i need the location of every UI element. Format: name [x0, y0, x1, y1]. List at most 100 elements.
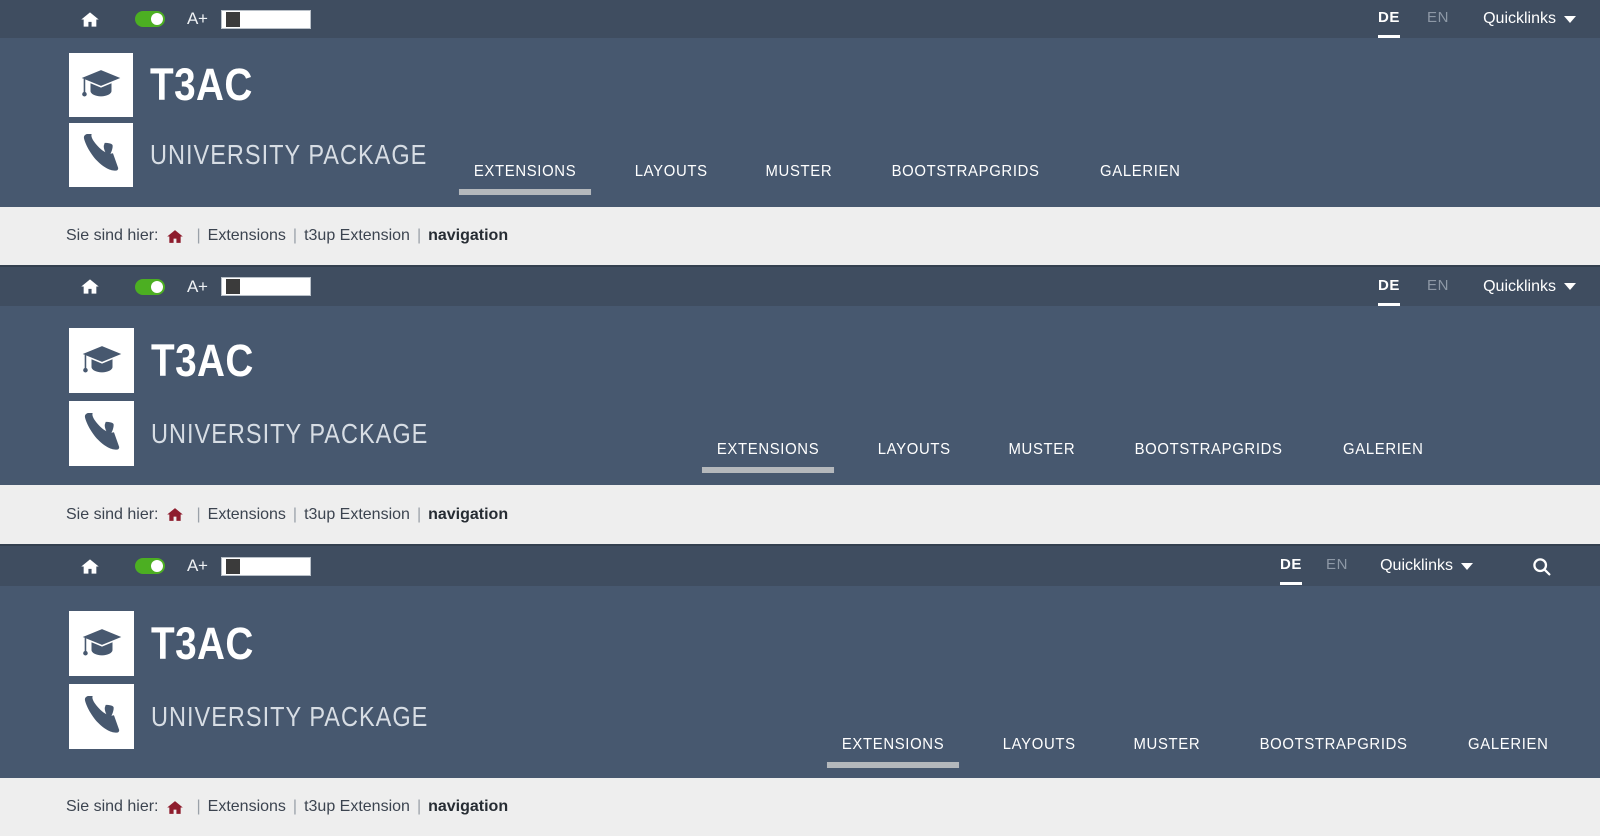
breadcrumb-separator: |	[292, 798, 298, 815]
brand-block[interactable]: T3AC UNIVERSITY PACKAGE	[69, 611, 481, 749]
lang-switch-de[interactable]: DE	[1378, 9, 1401, 38]
brand-row-primary: T3AC	[69, 53, 480, 117]
utility-topbar: A+ DE EN Quicklinks	[0, 544, 1600, 586]
header-variant-2: A+ DE EN Quicklinks T3AC UNIVERSITY PACK…	[0, 265, 1600, 544]
breadcrumb-item-t3up[interactable]: t3up Extension	[304, 227, 410, 245]
lang-switch-en[interactable]: EN	[1326, 556, 1348, 576]
brand-row-secondary: UNIVERSITY PACKAGE	[69, 684, 481, 749]
brand-block[interactable]: T3AC UNIVERSITY PACKAGE	[69, 328, 481, 466]
brand-subtitle: UNIVERSITY PACKAGE	[150, 139, 428, 170]
nav-item-layouts[interactable]: LAYOUTS	[1003, 736, 1076, 754]
utility-topbar: A+ DE EN Quicklinks	[0, 265, 1600, 306]
nav-item-bootstrapgrids[interactable]: BOOTSTRAPGRIDS	[1260, 736, 1408, 754]
slider-handle[interactable]	[225, 11, 240, 27]
breadcrumb: Sie sind hier: | Extensions | t3up Exten…	[0, 778, 1600, 836]
lang-switch-de[interactable]: DE	[1378, 277, 1401, 306]
graduation-cap-logo	[69, 328, 134, 393]
home-icon[interactable]	[80, 557, 100, 576]
font-size-slider[interactable]	[220, 277, 311, 296]
nav-item-layouts[interactable]: LAYOUTS	[878, 441, 951, 459]
main-navigation: EXTENSIONS LAYOUTS MUSTER BOOTSTRAPGRIDS…	[458, 163, 1184, 195]
quicklinks-dropdown[interactable]: Quicklinks	[1380, 557, 1473, 575]
breadcrumb-inner: Sie sind hier: | Extensions | t3up Exten…	[0, 798, 508, 816]
brand-subtitle: UNIVERSITY PACKAGE	[151, 700, 429, 732]
home-icon[interactable]	[166, 506, 184, 523]
breadcrumb-separator: |	[416, 505, 422, 523]
brand-title: T3AC	[151, 617, 254, 669]
site-header: T3AC UNIVERSITY PACKAGE EXTENSIONS LAYOU…	[0, 586, 1600, 778]
header-variant-1: A+ DE EN Quicklinks T3AC UNIVERSITY PACK…	[0, 0, 1600, 265]
chevron-down-icon	[1564, 283, 1576, 290]
topbar-right-group: DE EN Quicklinks	[1378, 277, 1576, 306]
brand-subtitle: UNIVERSITY PACKAGE	[151, 417, 429, 449]
main-navigation: EXTENSIONS LAYOUTS MUSTER BOOTSTRAPGRIDS…	[826, 736, 1552, 768]
breadcrumb-separator: |	[196, 227, 201, 244]
topbar-right-group: DE EN Quicklinks	[1280, 556, 1552, 585]
nav-item-bootstrapgrids[interactable]: BOOTSTRAPGRIDS	[1135, 441, 1283, 459]
breadcrumb-separator: |	[416, 227, 422, 244]
nav-item-muster[interactable]: MUSTER	[1008, 441, 1075, 459]
brand-row-secondary: UNIVERSITY PACKAGE	[69, 401, 481, 466]
toggle-knob	[151, 13, 163, 25]
topbar-left-group: A+	[0, 556, 311, 576]
font-size-slider[interactable]	[220, 9, 311, 29]
breadcrumb-item-extensions[interactable]: Extensions	[208, 227, 286, 245]
nav-item-muster[interactable]: MUSTER	[765, 163, 832, 181]
font-size-slider[interactable]	[220, 556, 311, 576]
quicklinks-label: Quicklinks	[1380, 557, 1453, 574]
nav-item-galerien[interactable]: GALERIEN	[1343, 441, 1423, 459]
nav-item-layouts[interactable]: LAYOUTS	[635, 163, 708, 181]
lang-switch-en[interactable]: EN	[1427, 277, 1449, 297]
brand-row-secondary: UNIVERSITY PACKAGE	[69, 123, 480, 187]
main-navigation: EXTENSIONS LAYOUTS MUSTER BOOTSTRAPGRIDS…	[701, 441, 1427, 473]
home-icon[interactable]	[166, 228, 184, 245]
quicklinks-label: Quicklinks	[1483, 277, 1556, 295]
breadcrumb-item-current: navigation	[428, 798, 509, 815]
quicklinks-label: Quicklinks	[1483, 10, 1556, 27]
brand-title: T3AC	[151, 334, 254, 386]
breadcrumb-item-t3up[interactable]: t3up Extension	[304, 506, 410, 524]
breadcrumb-prefix: Sie sind hier:	[66, 505, 159, 523]
typo3-logo	[69, 684, 134, 749]
breadcrumb-separator: |	[416, 798, 422, 815]
brand-row-primary: T3AC	[69, 328, 481, 393]
nav-item-extensions[interactable]: EXTENSIONS	[701, 441, 835, 473]
nav-item-muster[interactable]: MUSTER	[1133, 736, 1200, 754]
nav-item-galerien[interactable]: GALERIEN	[1100, 163, 1180, 181]
chevron-down-icon	[1564, 15, 1576, 23]
home-icon[interactable]	[80, 277, 100, 296]
quicklinks-dropdown[interactable]: Quicklinks	[1483, 10, 1576, 28]
breadcrumb-separator: |	[292, 227, 298, 244]
nav-item-bootstrapgrids[interactable]: BOOTSTRAPGRIDS	[892, 163, 1040, 181]
nav-item-extensions[interactable]: EXTENSIONS	[826, 736, 960, 768]
breadcrumb-item-extensions[interactable]: Extensions	[208, 506, 286, 524]
quicklinks-dropdown[interactable]: Quicklinks	[1483, 278, 1576, 296]
breadcrumb-item-t3up[interactable]: t3up Extension	[304, 798, 410, 816]
breadcrumb-item-extensions[interactable]: Extensions	[208, 798, 286, 816]
nav-item-galerien[interactable]: GALERIEN	[1469, 736, 1549, 754]
breadcrumb-separator: |	[292, 505, 298, 523]
slider-handle[interactable]	[225, 558, 240, 574]
typo3-logo	[69, 401, 134, 466]
breadcrumb-prefix: Sie sind hier:	[66, 798, 159, 815]
search-icon[interactable]	[1531, 556, 1552, 577]
breadcrumb: Sie sind hier: | Extensions | t3up Exten…	[0, 207, 1600, 265]
slider-handle[interactable]	[225, 279, 240, 294]
graduation-cap-logo	[69, 53, 133, 117]
contrast-toggle[interactable]	[135, 558, 165, 574]
home-icon[interactable]	[80, 10, 100, 29]
toggle-knob	[151, 560, 163, 572]
contrast-toggle[interactable]	[135, 11, 165, 27]
lang-switch-de[interactable]: DE	[1280, 556, 1303, 585]
contrast-toggle[interactable]	[135, 278, 165, 295]
lang-switch-en[interactable]: EN	[1427, 9, 1449, 29]
topbar-left-group: A+	[0, 277, 311, 297]
brand-block[interactable]: T3AC UNIVERSITY PACKAGE	[69, 53, 480, 187]
brand-row-primary: T3AC	[69, 611, 481, 676]
font-size-label: A+	[187, 556, 208, 575]
header-variant-3: A+ DE EN Quicklinks T3AC UNIVERSITY PACK…	[0, 544, 1600, 836]
breadcrumb: Sie sind hier: | Extensions | t3up Exten…	[0, 485, 1600, 544]
site-header: T3AC UNIVERSITY PACKAGE EXTENSIONS LAYOU…	[0, 306, 1600, 485]
home-icon[interactable]	[166, 799, 184, 816]
nav-item-extensions[interactable]: EXTENSIONS	[458, 163, 592, 195]
